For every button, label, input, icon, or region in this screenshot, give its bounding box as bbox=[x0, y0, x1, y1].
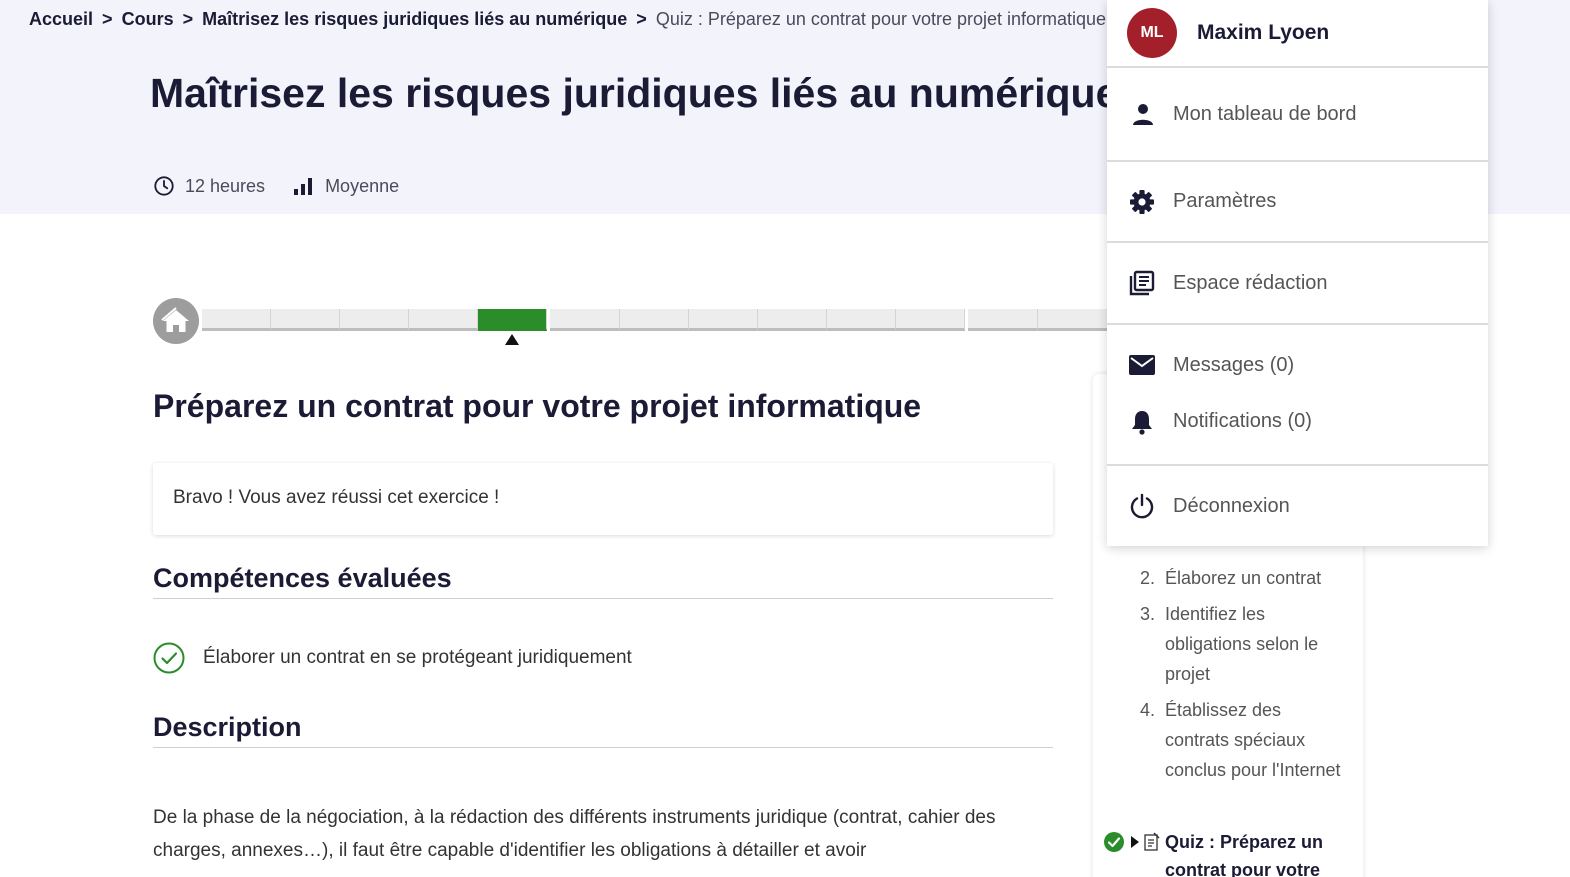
envelope-icon bbox=[1129, 355, 1155, 375]
course-progress-bar bbox=[153, 298, 1113, 348]
menu-item-notifications[interactable]: Notifications (0) bbox=[1107, 397, 1488, 466]
course-title: Maîtrisez les risques juridiques liés au… bbox=[150, 70, 1119, 116]
difficulty: Moyenne bbox=[293, 176, 399, 197]
user-menu-header: ML Maxim Lyoen bbox=[1107, 0, 1488, 68]
toc-item[interactable]: 3. Identifiez les obligations selon le pr… bbox=[1140, 599, 1345, 689]
menu-item-label: Notifications (0) bbox=[1173, 410, 1312, 432]
level-bars-icon bbox=[294, 178, 313, 195]
progress-segment[interactable] bbox=[202, 309, 271, 331]
menu-item-label: Déconnexion bbox=[1173, 494, 1290, 517]
play-triangle-icon bbox=[1131, 836, 1139, 848]
progress-segment[interactable] bbox=[896, 309, 965, 331]
check-circle-icon bbox=[153, 642, 185, 674]
progress-segment[interactable] bbox=[1038, 309, 1108, 331]
duration: 12 heures bbox=[153, 175, 265, 197]
description-heading: Description bbox=[153, 712, 1053, 748]
gear-icon bbox=[1130, 189, 1154, 214]
skill-item: Élaborer un contrat en se protégeant jur… bbox=[153, 642, 632, 674]
progress-segment[interactable] bbox=[550, 309, 620, 331]
menu-item-label: Messages (0) bbox=[1173, 353, 1295, 376]
breadcrumb-current: Quiz : Préparez un contrat pour votre pr… bbox=[655, 9, 1107, 29]
breadcrumb-course-link[interactable]: Maîtrisez les risques juridiques liés au… bbox=[202, 9, 627, 29]
documents-icon bbox=[1129, 270, 1155, 296]
toc-current-item[interactable]: Quiz : Préparez un contrat pour votre bbox=[1103, 828, 1355, 877]
progress-segment[interactable] bbox=[409, 309, 478, 331]
progress-segment[interactable] bbox=[827, 309, 896, 331]
menu-item-messages[interactable]: Messages (0) bbox=[1107, 325, 1488, 397]
progress-segment[interactable] bbox=[758, 309, 827, 331]
user-name: Maxim Lyoen bbox=[1197, 21, 1330, 44]
toc-list: 2. Élaborez un contrat 3. Identifiez les o… bbox=[1140, 563, 1345, 791]
toc-item-label: Identifiez les obligations selon le proj… bbox=[1165, 604, 1319, 684]
quiz-title: Préparez un contrat pour votre projet in… bbox=[153, 388, 922, 424]
toc-current-label: Quiz : Préparez un contrat pour votre bbox=[1165, 832, 1324, 877]
description-text: De la phase de la négociation, à la réda… bbox=[153, 807, 996, 861]
avatar[interactable]: ML bbox=[1127, 8, 1177, 58]
menu-item-writing-space[interactable]: Espace rédaction bbox=[1107, 243, 1488, 325]
progress-home-button[interactable] bbox=[153, 298, 199, 344]
breadcrumb-separator: > bbox=[636, 9, 647, 29]
breadcrumb-home-link[interactable]: Accueil bbox=[29, 9, 93, 29]
difficulty-text: Moyenne bbox=[325, 175, 400, 196]
user-dropdown-menu: ML Maxim Lyoen Mon tableau de bord Param… bbox=[1107, 0, 1488, 546]
menu-item-settings[interactable]: Paramètres bbox=[1107, 162, 1488, 243]
toc-item[interactable]: 4. Établissez des contrats spéciaux concl… bbox=[1140, 695, 1345, 785]
breadcrumb-separator: > bbox=[102, 9, 113, 29]
skill-label: Élaborer un contrat en se protégeant jur… bbox=[203, 647, 632, 668]
progress-segment[interactable] bbox=[620, 309, 689, 331]
progress-segment[interactable] bbox=[340, 309, 409, 331]
course-meta: 12 heures Moyenne bbox=[153, 175, 427, 197]
progress-segment[interactable] bbox=[968, 309, 1038, 331]
duration-text: 12 heures bbox=[185, 175, 266, 196]
menu-item-label: Paramètres bbox=[1173, 190, 1277, 212]
breadcrumb: Accueil > Cours > Maîtrisez les risques … bbox=[29, 9, 1106, 30]
menu-item-logout[interactable]: Déconnexion bbox=[1107, 466, 1488, 546]
result-message: Bravo ! Vous avez réussi cet exercice ! bbox=[153, 463, 1053, 535]
progress-segment[interactable] bbox=[689, 309, 758, 331]
check-filled-icon bbox=[1104, 832, 1124, 852]
progress-segment[interactable] bbox=[271, 309, 340, 331]
menu-item-label: Espace rédaction bbox=[1173, 271, 1328, 294]
clock-icon bbox=[154, 176, 174, 196]
power-icon bbox=[1130, 493, 1154, 519]
quiz-document-icon bbox=[1144, 832, 1160, 851]
current-position-marker bbox=[505, 334, 519, 345]
toc-item-label: Élaborez un contrat bbox=[1165, 568, 1322, 588]
breadcrumb-separator: > bbox=[182, 9, 194, 29]
person-icon bbox=[1133, 104, 1153, 125]
menu-item-label: Mon tableau de bord bbox=[1173, 102, 1357, 125]
breadcrumb-courses-link[interactable]: Cours bbox=[122, 9, 174, 29]
competences-heading: Compétences évaluées bbox=[153, 563, 1053, 599]
toc-item[interactable]: 2. Élaborez un contrat bbox=[1140, 563, 1345, 593]
home-icon bbox=[161, 307, 189, 332]
bell-icon bbox=[1132, 410, 1152, 435]
toc-item-label: Établissez des contrats spéciaux conclus… bbox=[1165, 700, 1341, 780]
menu-item-dashboard[interactable]: Mon tableau de bord bbox=[1107, 68, 1488, 162]
progress-segment-current[interactable] bbox=[478, 309, 547, 331]
